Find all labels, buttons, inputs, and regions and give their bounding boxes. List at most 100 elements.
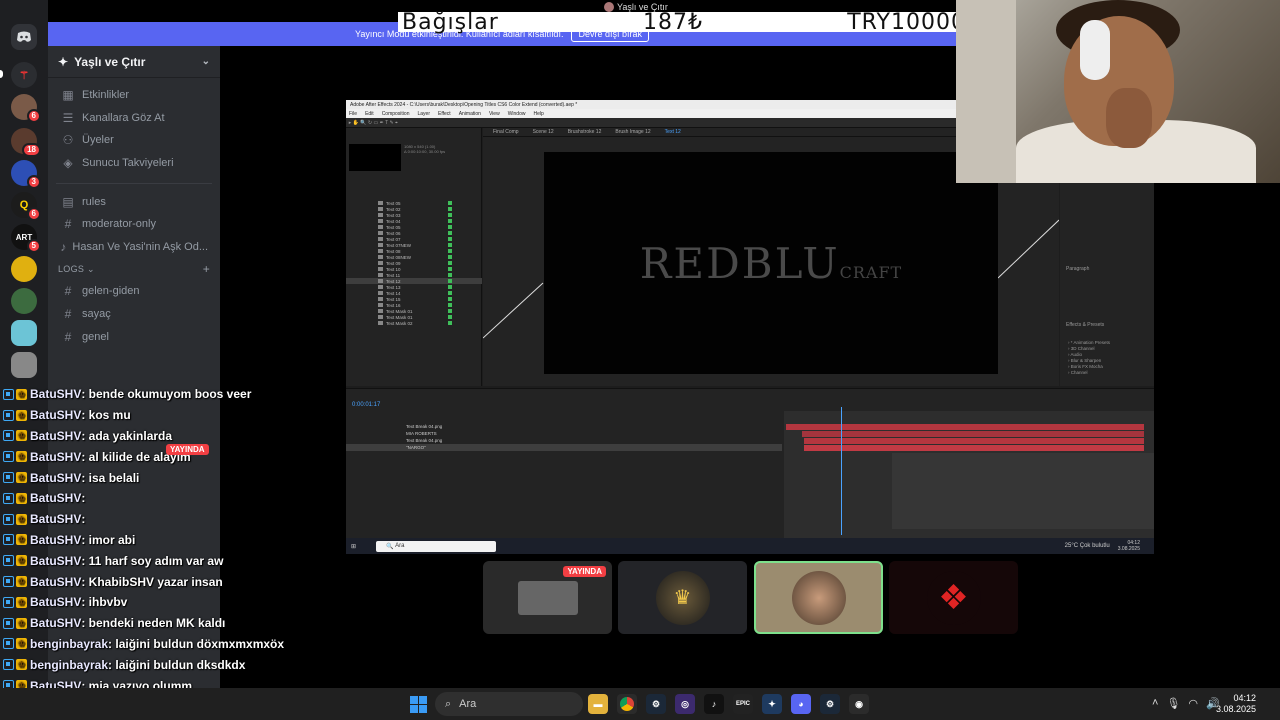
nav-item-browse-channels[interactable]: ☰ Kanallara Göz At	[48, 107, 220, 130]
timeline-timecode[interactable]: 0:00:01:17	[352, 402, 380, 408]
discord-home-icon[interactable]	[11, 24, 37, 50]
server-icon[interactable]: 3	[11, 160, 41, 189]
layer-bar[interactable]	[786, 424, 1144, 430]
server-icon[interactable]	[11, 288, 37, 314]
layer-bar[interactable]	[804, 438, 1144, 444]
label-color	[448, 297, 452, 301]
unread-badge: 3	[26, 175, 41, 189]
server-icon[interactable]: 6	[11, 94, 41, 123]
chat-text: :	[81, 512, 86, 527]
microphone-icon[interactable]: 🎙	[1166, 697, 1180, 710]
webcam-feed	[956, 0, 1280, 183]
participant-tile-speaking[interactable]	[754, 561, 883, 634]
participant-tile[interactable]: ❖	[889, 561, 1018, 634]
comp-icon	[378, 279, 383, 283]
menu-window[interactable]: Window	[508, 111, 526, 117]
label-color	[448, 237, 452, 241]
server-icon[interactable]	[11, 256, 37, 282]
app-icon[interactable]: ✦	[762, 694, 782, 714]
server-header[interactable]: ✦ Yaşlı ve Çıtır ⌄	[48, 46, 220, 78]
app-icon[interactable]: ◎	[675, 694, 695, 714]
channel-sayac[interactable]: # sayaç	[48, 303, 220, 326]
chat-message: ♔ BatuSHV: ada yakinlarda	[0, 426, 300, 447]
server-icon[interactable]: Q 6	[11, 192, 41, 221]
chat-message: ♔ BatuSHV: al kilide de alayim	[0, 446, 300, 467]
menu-animation[interactable]: Animation	[459, 111, 481, 117]
timeline-layer[interactable]: Text Break 04.png	[346, 437, 782, 444]
current-time-indicator[interactable]	[841, 407, 842, 535]
timeline-layer[interactable]: Text Break 04.png	[346, 423, 782, 430]
add-channel-icon[interactable]: +	[203, 262, 210, 276]
channel-rules[interactable]: ▤ rules	[48, 190, 220, 213]
server-icon[interactable]: ⚚	[11, 62, 37, 88]
obs-icon[interactable]: ◉	[849, 694, 869, 714]
donation-label: Bağışlar	[402, 9, 499, 35]
comp-icon	[378, 237, 383, 241]
crown-icon: ♔	[16, 388, 27, 400]
timeline-layer-selected[interactable]: "NARGO"	[346, 444, 782, 451]
taskbar-clock[interactable]: 04:12 3.08.2025	[1216, 693, 1256, 715]
steam-icon[interactable]: ⚙	[646, 694, 666, 714]
layer-bar[interactable]	[804, 445, 1144, 451]
nav-item-events[interactable]: ▦ Etkinlikler	[48, 84, 220, 107]
hash-icon: #	[64, 217, 72, 232]
platform-icon	[3, 451, 14, 463]
chat-username: BatuSHV	[30, 574, 82, 589]
menu-edit[interactable]: Edit	[365, 111, 374, 117]
channel-genel[interactable]: # genel	[48, 325, 220, 348]
chat-username: BatuSHV	[30, 449, 82, 464]
steam-icon[interactable]: ⚙	[820, 694, 840, 714]
comp-icon	[378, 273, 383, 277]
chat-message: ♔ BatuSHV:	[0, 509, 300, 530]
timeline-layer[interactable]: MIA ROBERTS	[346, 430, 782, 437]
label-color	[448, 321, 452, 325]
server-name: Yaşlı ve Çıtır	[74, 54, 146, 69]
system-tray: ˄ 🎙 ◠ 🔊	[1152, 697, 1220, 710]
menu-composition[interactable]: Composition	[382, 111, 410, 117]
epic-games-icon[interactable]: EPIC	[733, 694, 753, 714]
tiktok-icon[interactable]: ♪	[704, 694, 724, 714]
category-logs[interactable]: LOGS ⌄ +	[48, 258, 220, 280]
project-item[interactable]: Text Mask 02	[346, 320, 482, 326]
menu-file[interactable]: File	[349, 111, 357, 117]
menu-help[interactable]: Help	[533, 111, 543, 117]
participant-tile-screenshare[interactable]: YAYINDA	[483, 561, 612, 634]
file-explorer-icon[interactable]: ▬	[588, 694, 608, 714]
comp-icon	[378, 309, 383, 313]
menu-view[interactable]: View	[489, 111, 500, 117]
taskbar-search-box[interactable]: ⌕ Ara	[435, 692, 583, 716]
nav-item-boosts[interactable]: ◈ Sunucu Takviyeleri	[48, 152, 220, 175]
label-color	[448, 225, 452, 229]
channel-gelen-giden[interactable]: # gelen-giden	[48, 280, 220, 303]
server-icon[interactable]: ART 5	[11, 224, 41, 253]
comp-icon	[378, 297, 383, 301]
windows-start-button[interactable]	[410, 696, 427, 713]
chat-username: BatuSHV	[30, 470, 82, 485]
label-color	[448, 315, 452, 319]
chrome-icon[interactable]	[617, 694, 637, 714]
server-icon[interactable]: 18	[11, 128, 41, 157]
server-icon[interactable]	[11, 352, 37, 378]
effects-presets-label: Effects & Presets	[1066, 322, 1105, 328]
discord-icon[interactable]: ◕	[791, 694, 811, 714]
channel-moderator-only[interactable]: # moderator-only	[48, 213, 220, 236]
chat-message: ♔ BatuSHV: isa belali	[0, 467, 300, 488]
layer-bar[interactable]	[802, 431, 1144, 437]
shared-clock: 04:12 3.08.2025	[1117, 540, 1140, 552]
participant-tile[interactable]: ♛	[618, 561, 747, 634]
wifi-icon[interactable]: ◠	[1188, 697, 1198, 710]
comp-viewer[interactable]: REDBLUCRAFT	[544, 152, 998, 374]
label-color	[448, 213, 452, 217]
menu-effect[interactable]: Effect	[438, 111, 451, 117]
server-icon[interactable]	[11, 320, 37, 346]
chevron-up-icon[interactable]: ˄	[1152, 697, 1158, 710]
chat-message: ♔ BatuSHV:	[0, 488, 300, 509]
menu-layer[interactable]: Layer	[417, 111, 430, 117]
comp-icon	[378, 201, 383, 205]
chat-message: ♔ BatuSHV: bende okumuyom boos veer	[0, 384, 300, 405]
nav-item-members[interactable]: ⚇ Üyeler	[48, 129, 220, 152]
platform-icon	[3, 617, 14, 629]
live-badge: YAYINDA	[563, 566, 606, 577]
platform-icon	[3, 409, 14, 421]
channel-voice[interactable]: ♪ Hasan Ve Yasi'nin Aşk Od...	[48, 236, 220, 259]
